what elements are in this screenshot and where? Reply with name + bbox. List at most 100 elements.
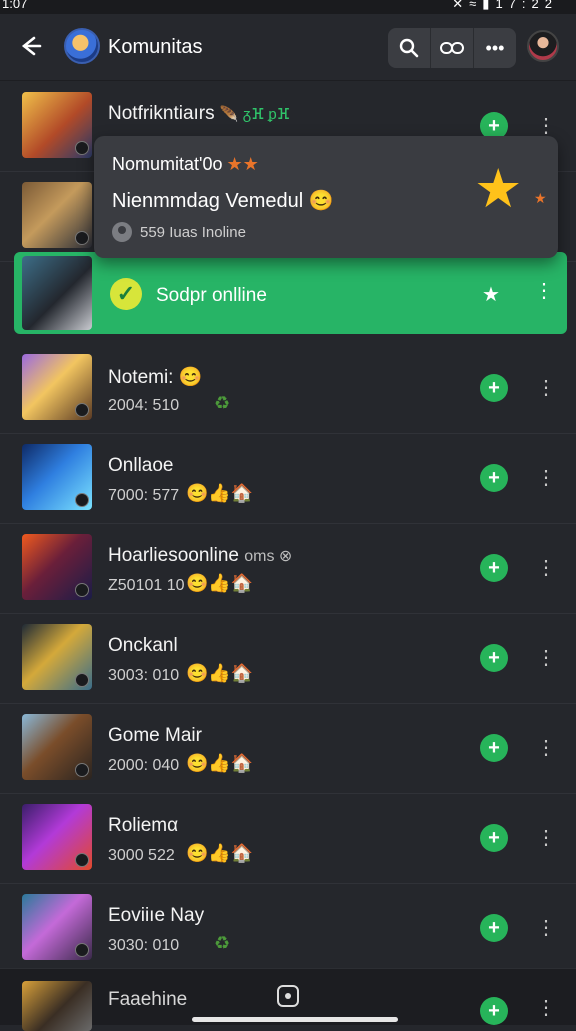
reaction-icons: 😊👍🏠 (186, 483, 254, 503)
small-star-icon: ★ (534, 190, 547, 206)
community-avatar[interactable] (64, 28, 100, 64)
add-button[interactable]: + (480, 644, 508, 672)
list-item[interactable]: Onckanl 3003: 010 😊👍🏠 + ⋮ (0, 613, 576, 704)
list-item[interactable]: Hoarliesoonline oms ⊗ Z50101 10 😊👍🏠 + ⋮ (0, 523, 576, 614)
community-meta: 3000 522 (108, 847, 175, 864)
vertical-dots-icon[interactable]: ⋮ (534, 278, 554, 303)
signal-icon: ▮ (482, 0, 496, 11)
vertical-dots-icon: ⋮ (536, 997, 556, 1019)
rating-stars-icon: ★★ (226, 154, 259, 174)
add-button[interactable]: + (480, 734, 508, 762)
online-count-text: 559 Iuas Inoline (140, 223, 246, 241)
more-options-button[interactable]: ⋮ (536, 643, 556, 673)
community-name: Faaehine (108, 989, 188, 1010)
status-icons: ✕≈▮17:22 (452, 0, 558, 12)
plus-icon: + (488, 377, 500, 399)
community-thumbnail (22, 92, 92, 158)
vertical-dots-icon: ⋮ (536, 827, 556, 849)
star-icon[interactable]: ★ (482, 282, 500, 307)
add-button[interactable]: + (480, 997, 508, 1025)
home-icon[interactable] (277, 985, 299, 1007)
user-avatar[interactable] (527, 30, 559, 62)
user-icon (112, 222, 132, 242)
community-meta: 7000: 577 (108, 487, 180, 504)
status-bar: 1:07 ✕≈▮17:22 (0, 0, 576, 14)
vertical-dots-icon: ⋮ (536, 557, 556, 579)
smile-emoji-icon: 😊 (308, 190, 334, 212)
link-button[interactable] (431, 28, 474, 68)
badge-icon (75, 673, 89, 687)
back-arrow-icon[interactable] (16, 32, 44, 60)
reaction-icons: 😊👍🏠 (186, 663, 254, 683)
list-item[interactable]: Gome Mair 2000: 040 😊👍🏠 + ⋮ (0, 703, 576, 794)
gesture-nav-bar[interactable] (192, 1017, 398, 1022)
add-button[interactable]: + (480, 824, 508, 852)
community-thumbnail (22, 534, 92, 600)
plus-icon: + (488, 917, 500, 939)
vertical-dots-icon: ⋮ (536, 737, 556, 759)
plus-icon: + (488, 467, 500, 489)
plus-icon: + (488, 827, 500, 849)
community-thumbnail (22, 804, 92, 870)
more-options-button[interactable]: ⋮ (536, 553, 556, 583)
favorite-star-icon[interactable]: ★ (474, 162, 522, 216)
community-thumbnail (22, 894, 92, 960)
add-button[interactable]: + (480, 374, 508, 402)
community-meta: Z50101 10 (108, 577, 185, 594)
community-name: Eoviiıe Nay (108, 905, 205, 926)
community-name: Onllaoe (108, 455, 174, 476)
add-button[interactable]: + (480, 914, 508, 942)
vertical-dots-icon: ⋮ (536, 917, 556, 939)
highlight-label: Sodpr onlline (156, 285, 267, 306)
check-icon: ✓ (110, 278, 142, 310)
more-options-button[interactable]: ⋮ (536, 373, 556, 403)
community-name: Onckanl (108, 635, 178, 656)
reaction-icons: 😊👍🏠 (186, 573, 254, 593)
header-toolbar: ••• (388, 28, 516, 68)
more-dots-icon: ••• (485, 37, 505, 58)
vertical-dots-icon: ⋮ (536, 467, 556, 489)
community-thumbnail (22, 256, 92, 330)
community-name: Notemi: 😊 (108, 367, 203, 388)
badge-icon (75, 231, 89, 245)
badge-icon (75, 141, 89, 155)
community-popup[interactable]: Nomumitat'0ᴏ ★★ Nienmmdag Vemedul 😊 559 I… (94, 136, 558, 258)
community-meta: 2004: 510 (108, 397, 180, 414)
badge-icon (75, 763, 89, 777)
list-item[interactable]: Roliemα 3000 522 😊👍🏠 + ⋮ (0, 793, 576, 884)
add-button[interactable]: + (480, 554, 508, 582)
vertical-dots-icon: ⋮ (536, 115, 556, 137)
header: Komunitas ••• (0, 14, 576, 81)
highlighted-list-item[interactable]: ✓ Sodpr onlline ★ ⋮ (14, 252, 567, 334)
community-thumbnail (22, 444, 92, 510)
search-button[interactable] (388, 28, 431, 68)
more-options-button[interactable]: ⋮ (536, 995, 556, 1020)
community-meta: 3030: 010 (108, 937, 180, 954)
reaction-icons: ♻ (214, 933, 231, 953)
wifi-icon: ≈ (469, 0, 483, 11)
more-options-button[interactable]: ⋮ (536, 913, 556, 943)
vertical-dots-icon: ⋮ (536, 377, 556, 399)
add-button[interactable]: + (480, 464, 508, 492)
plus-icon: + (488, 115, 500, 137)
reaction-icons: 😊👍🏠 (186, 753, 254, 773)
community-meta: 2000: 040 (108, 757, 180, 774)
list-item[interactable]: Onllaoe 7000: 577 😊👍🏠 + ⋮ (0, 433, 576, 524)
badge-icon (75, 583, 89, 597)
more-options-button[interactable]: ⋮ (536, 733, 556, 763)
more-button[interactable]: ••• (474, 28, 516, 68)
community-name: Hoarliesoonline oms ⊗ (108, 545, 293, 566)
popup-subtitle: Nienmmdag Vemedul 😊 (112, 190, 334, 212)
list-item[interactable]: Eoviiıe Nay 3030: 010 ♻ + ⋮ (0, 883, 576, 974)
plus-icon: + (488, 737, 500, 759)
reaction-icons: ♻ (214, 393, 231, 413)
community-thumbnail (22, 714, 92, 780)
community-name: Roliemα (108, 815, 179, 836)
more-options-button[interactable]: ⋮ (536, 463, 556, 493)
reaction-icons: 😊👍🏠 (186, 843, 254, 863)
community-meta: 3003: 010 (108, 667, 180, 684)
badge-icon (75, 403, 89, 417)
list-item[interactable]: Notemi: 😊 2004: 510 ♻ + ⋮ (0, 343, 576, 434)
more-options-button[interactable]: ⋮ (536, 823, 556, 853)
plus-icon: + (488, 647, 500, 669)
